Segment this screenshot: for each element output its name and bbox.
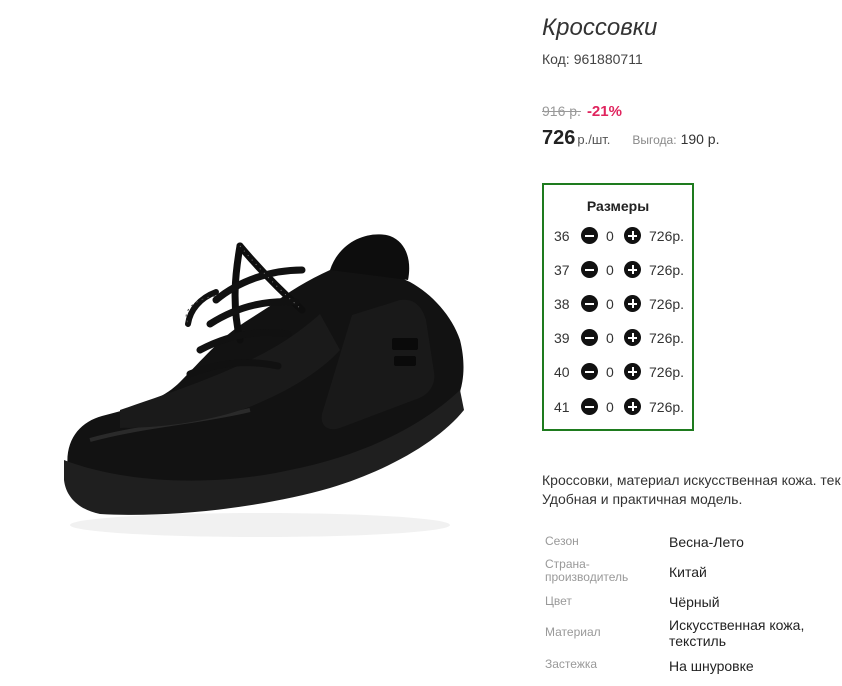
attr-label-season: Сезон xyxy=(545,534,579,548)
size-price: 726р. xyxy=(649,364,685,380)
discount-badge: -21% xyxy=(586,103,622,120)
product-code: Код: 961880711 xyxy=(542,51,643,67)
product-info: Кроссовки Код: 961880711 916 р. -21% 726 р.… xyxy=(542,0,842,686)
current-price: 726 xyxy=(542,127,576,149)
size-number: 37 xyxy=(554,262,570,278)
size-price: 726р. xyxy=(649,296,685,312)
minus-icon[interactable] xyxy=(581,295,598,312)
saving-value: 190 р. xyxy=(680,131,720,147)
saving-label: Выгода: xyxy=(632,133,677,147)
size-row-38: 38 0 726р. xyxy=(544,294,692,314)
size-row-40: 40 0 726р. xyxy=(544,362,692,382)
size-row-39: 39 0 726р. xyxy=(544,328,692,348)
size-number: 38 xyxy=(554,296,570,312)
attr-value-country: Китай xyxy=(669,564,707,580)
description-line: Удобная и практичная модель. xyxy=(542,491,743,507)
price-unit: р./шт. xyxy=(577,132,611,147)
minus-icon[interactable] xyxy=(581,398,598,415)
old-price: 916 р. xyxy=(542,103,581,119)
plus-icon[interactable] xyxy=(624,329,641,346)
product-code-label: Код: xyxy=(542,51,570,67)
attr-value-season: Весна-Лето xyxy=(669,534,744,550)
minus-icon[interactable] xyxy=(581,227,598,244)
attr-label-fastener: Застежка xyxy=(545,657,598,671)
size-price: 726р. xyxy=(649,262,685,278)
size-number: 41 xyxy=(554,399,570,415)
minus-icon[interactable] xyxy=(581,329,598,346)
product-description: Кроссовки, материал искусственная кожа. … xyxy=(542,471,842,509)
product-image xyxy=(40,110,480,560)
size-quantity: 0 xyxy=(606,262,614,278)
plus-icon[interactable] xyxy=(624,398,641,415)
size-number: 40 xyxy=(554,364,570,380)
size-price: 726р. xyxy=(649,228,685,244)
attr-value-color: Чёрный xyxy=(669,594,720,610)
size-quantity: 0 xyxy=(606,330,614,346)
attr-label-country: Страна-производитель xyxy=(545,557,629,584)
plus-icon[interactable] xyxy=(624,261,641,278)
size-price: 726р. xyxy=(649,330,685,346)
size-quantity: 0 xyxy=(606,364,614,380)
attr-value-material: Искусственная кожа, текстиль xyxy=(669,617,805,649)
minus-icon[interactable] xyxy=(581,261,598,278)
old-price-row: 916 р. -21% xyxy=(542,103,622,121)
size-row-41: 41 0 726р. xyxy=(544,397,692,417)
size-quantity: 0 xyxy=(606,228,614,244)
attr-label-material: Материал xyxy=(545,625,601,639)
sizes-box: Размеры 36 0 726р. 37 0 726р. 38 0 726р.… xyxy=(542,183,694,431)
size-row-37: 37 0 726р. xyxy=(544,260,692,280)
attr-label-color: Цвет xyxy=(545,594,572,608)
size-number: 36 xyxy=(554,228,570,244)
size-number: 39 xyxy=(554,330,570,346)
description-line: Кроссовки, материал искусственная кожа. … xyxy=(542,472,841,488)
plus-icon[interactable] xyxy=(624,227,641,244)
size-quantity: 0 xyxy=(606,399,614,415)
sizes-title: Размеры xyxy=(586,198,650,214)
product-code-value: 961880711 xyxy=(573,51,643,67)
attr-value-fastener: На шнуровке xyxy=(669,658,754,674)
plus-icon[interactable] xyxy=(624,295,641,312)
product-title: Кроссовки xyxy=(542,14,658,41)
plus-icon[interactable] xyxy=(624,363,641,380)
size-price: 726р. xyxy=(649,399,685,415)
current-price-row: 726 р./шт. Выгода: 190 р. xyxy=(542,127,720,150)
size-row-36: 36 0 726р. xyxy=(544,226,692,246)
size-quantity: 0 xyxy=(606,296,614,312)
minus-icon[interactable] xyxy=(581,363,598,380)
